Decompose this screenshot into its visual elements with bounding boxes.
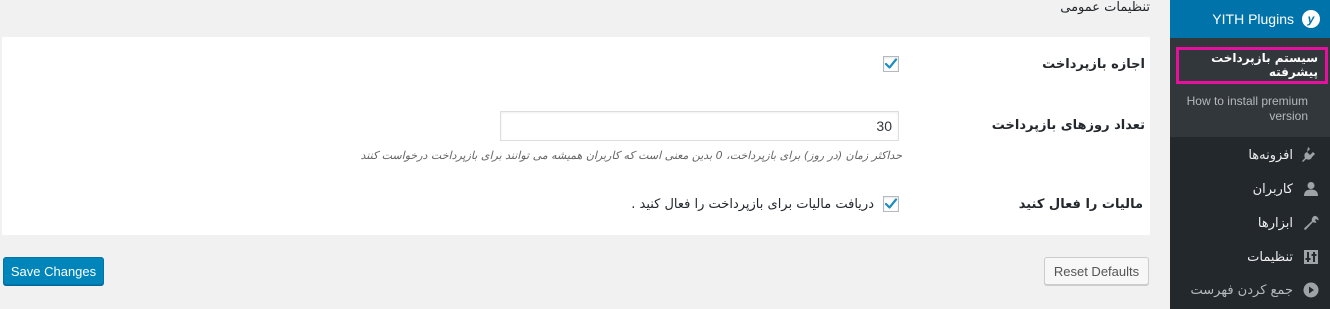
settings-icon [1301,247,1321,267]
plugins-icon [1301,145,1321,165]
collapse-menu-button[interactable]: جمع کردن فهرست [1170,273,1330,307]
sidebar-item-label: تنظیمات [1247,249,1293,265]
sidebar-submenu: سیستم بازپرداخت پیشرفته How to install p… [1170,38,1330,137]
submenu-item-advanced-refund[interactable]: سیستم بازپرداخت پیشرفته [1176,47,1328,84]
save-changes-button[interactable]: Save Changes [3,257,104,285]
sidebar-item-yith-plugins[interactable]: YITH Plugins y [1170,0,1330,38]
sidebar-item-label: ابزارها [1257,215,1293,231]
sidebar-header-label: YITH Plugins [1212,11,1294,27]
tools-icon [1301,213,1321,233]
yith-icon: y [1302,10,1320,28]
sidebar-item-settings[interactable]: تنظیمات [1170,240,1330,274]
sidebar-item-label: افزونه‌ها [1248,147,1293,163]
checkmark-icon [884,58,898,69]
page-title: تنظیمات عمومی [1060,0,1150,15]
enable-tax-label: مالیات را فعال کنید [1018,197,1143,212]
admin-sidebar: YITH Plugins y سیستم بازپرداخت پیشرفته H… [1170,0,1330,309]
refund-days-description: حداکثر زمان (در روز) برای بازپرداخت، 0 ب… [360,149,902,162]
sidebar-item-users[interactable]: کاربران [1170,172,1330,206]
allow-refund-label: اجازه بازپرداخت [1042,57,1145,72]
refund-days-input[interactable] [500,111,899,141]
enable-tax-checkbox[interactable] [883,196,899,212]
submenu-item-install-premium[interactable]: How to install premium version [1176,94,1308,124]
sidebar-item-label: جمع کردن فهرست [1190,282,1293,298]
checkmark-icon [884,198,898,209]
sidebar-item-plugins[interactable]: افزونه‌ها [1170,138,1330,172]
collapse-icon [1301,280,1321,300]
sidebar-item-tools[interactable]: ابزارها [1170,206,1330,240]
allow-refund-checkbox[interactable] [883,56,899,72]
sidebar-item-label: کاربران [1252,181,1293,197]
refund-days-label: تعداد روزهای بازپرداخت [991,118,1145,133]
reset-defaults-button[interactable]: Reset Defaults [1044,257,1149,285]
users-icon [1301,179,1321,199]
enable-tax-checkbox-label[interactable]: دریافت مالیات برای بازپرداخت را فعال کنی… [631,197,874,212]
